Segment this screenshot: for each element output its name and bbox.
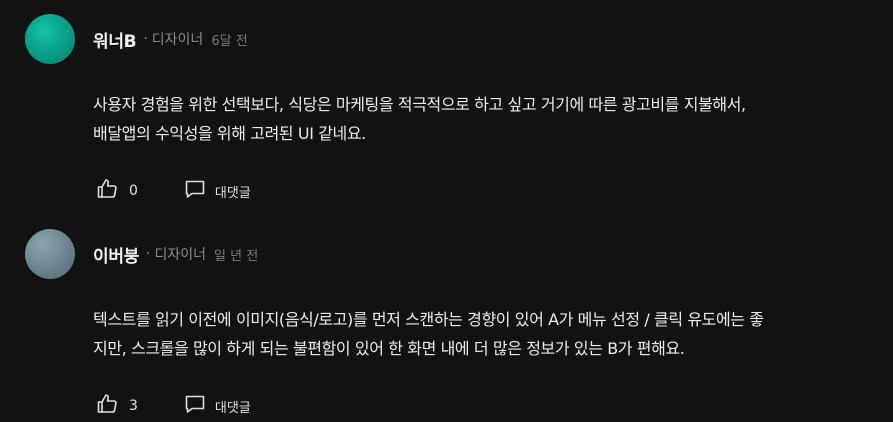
speech-bubble-icon bbox=[183, 392, 207, 420]
author-name[interactable]: 워너B bbox=[93, 27, 137, 52]
comment-text: 사용자 경험을 위한 선택보다, 식당은 마케팅을 적극적으로 하고 싶고 거기… bbox=[93, 95, 746, 143]
reply-label: 대댓글 bbox=[214, 400, 251, 416]
comment-actions: 3 대댓글 bbox=[95, 393, 885, 419]
comment-text: 텍스트를 읽기 이전에 이미지(음식/로고)를 먼저 스캔하는 경향이 있어 A… bbox=[93, 310, 764, 358]
avatar[interactable] bbox=[25, 229, 75, 279]
thumbs-up-icon bbox=[95, 177, 119, 205]
reply-button[interactable]: 대댓글 bbox=[183, 177, 251, 205]
author-role: 디자이너 bbox=[151, 32, 204, 48]
avatar[interactable] bbox=[25, 14, 75, 64]
like-count: 0 bbox=[129, 183, 138, 199]
reply-label: 대댓글 bbox=[214, 185, 251, 201]
comment-header: 이버붕 · 디자이너 일 년 전 bbox=[25, 229, 885, 279]
like-button[interactable]: 0 bbox=[95, 177, 138, 205]
comment-header: 워너B · 디자이너 6달 전 bbox=[25, 14, 885, 64]
comment-time: 일 년 전 bbox=[214, 248, 259, 264]
comment-item: 워너B · 디자이너 6달 전 사용자 경험을 위한 선택보다, 식당은 마케팅… bbox=[25, 14, 885, 204]
comment-item: 이버붕 · 디자이너 일 년 전 텍스트를 읽기 이전에 이미지(음식/로고)를… bbox=[25, 229, 885, 419]
reply-button[interactable]: 대댓글 bbox=[183, 392, 251, 420]
meta-separator: · bbox=[146, 246, 151, 262]
author-role: 디자이너 bbox=[154, 247, 207, 263]
author-name[interactable]: 이버붕 bbox=[93, 242, 139, 267]
comment-time: 6달 전 bbox=[211, 33, 248, 49]
meta-separator: · bbox=[143, 31, 148, 47]
comment-actions: 0 대댓글 bbox=[95, 178, 885, 204]
thumbs-up-icon bbox=[95, 392, 119, 420]
like-count: 3 bbox=[129, 398, 138, 414]
like-button[interactable]: 3 bbox=[95, 392, 138, 420]
speech-bubble-icon bbox=[183, 177, 207, 205]
